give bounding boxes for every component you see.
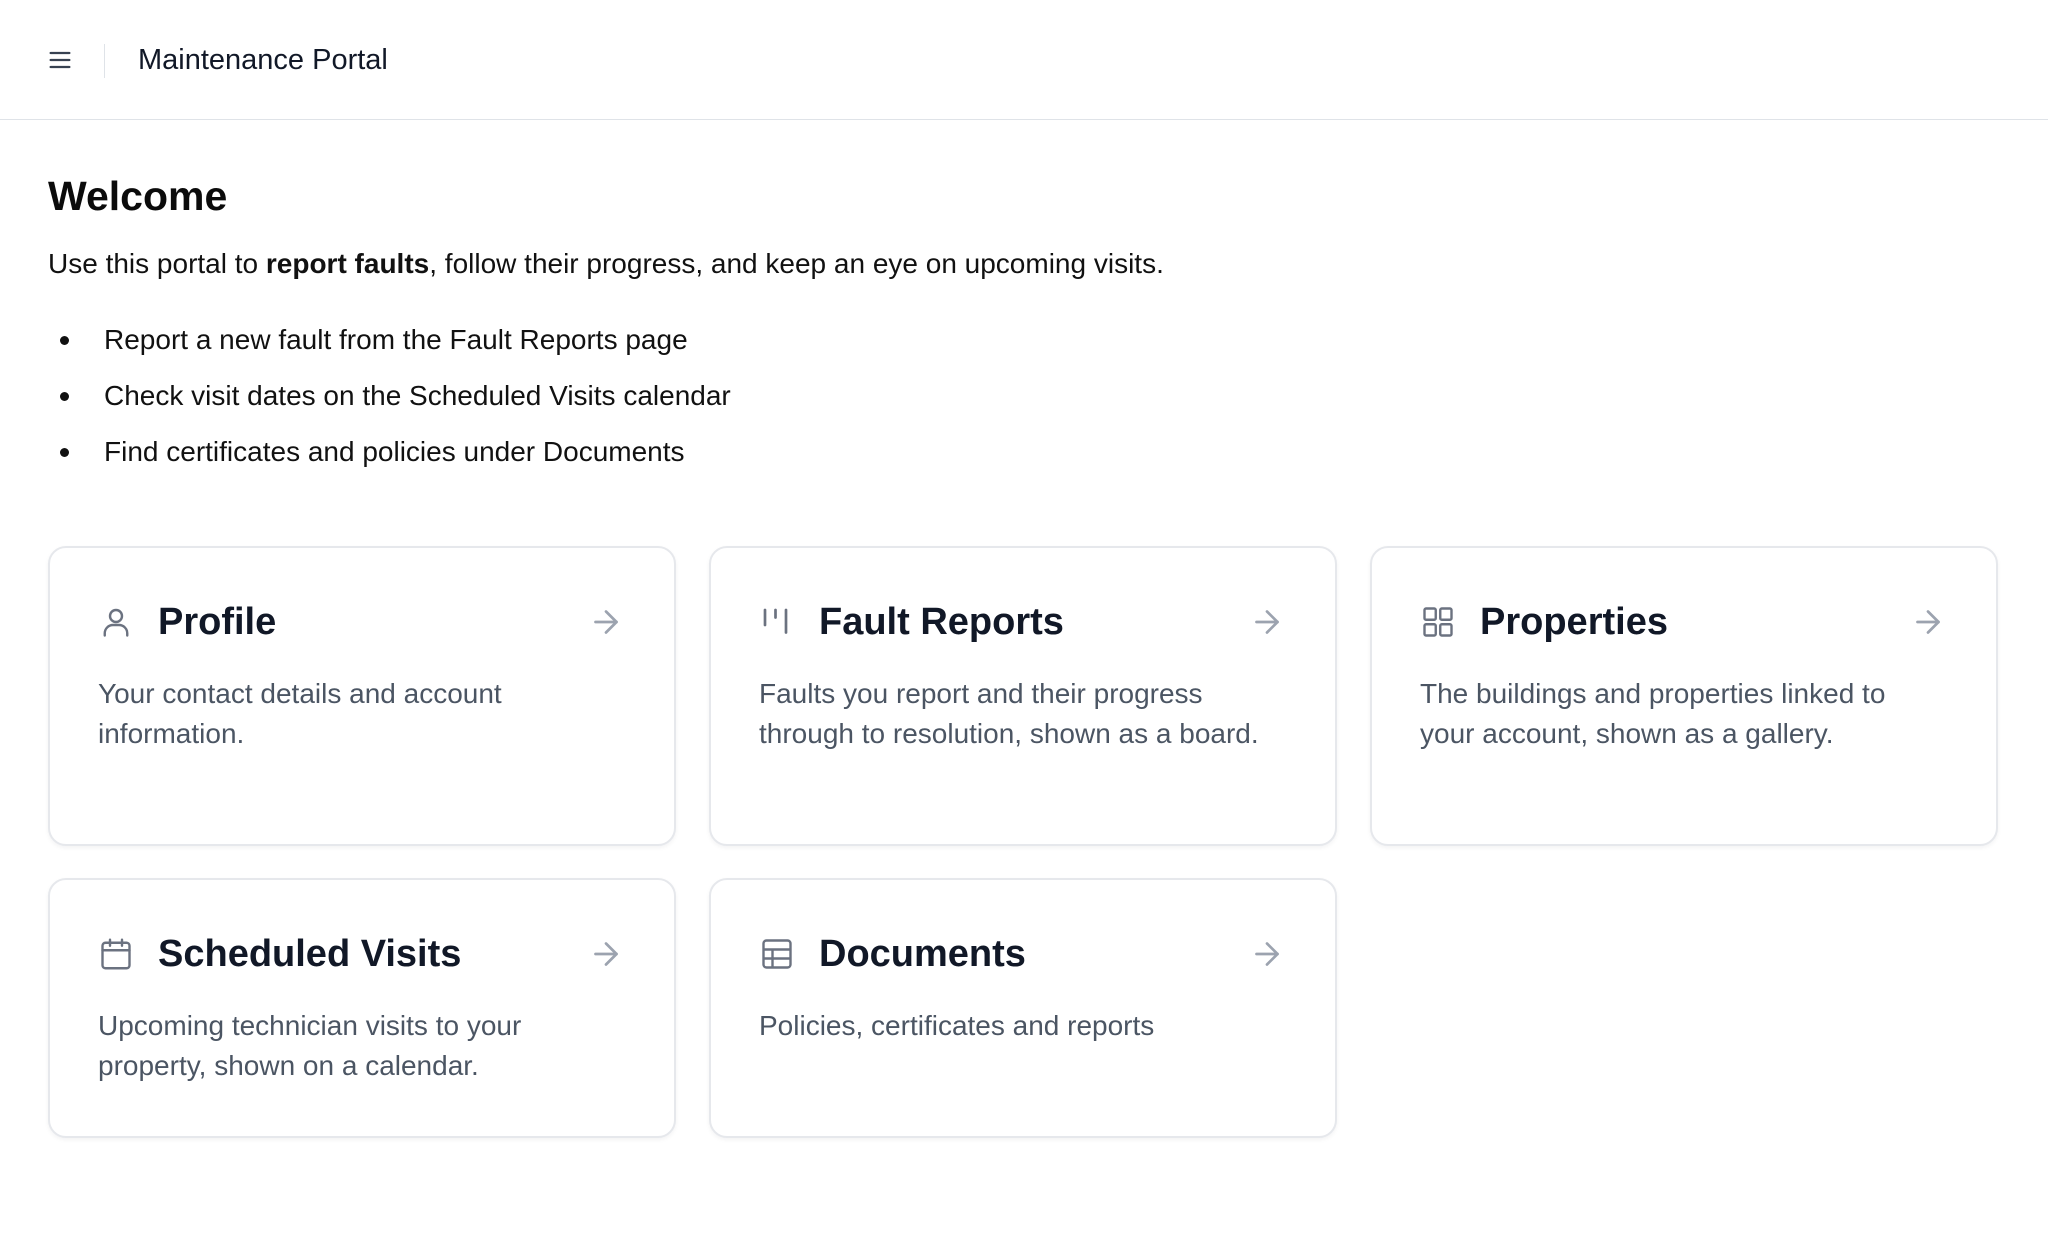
table-icon bbox=[759, 936, 795, 972]
intro-text-end: , follow their progress, and keep an eye… bbox=[429, 248, 1164, 279]
card-properties[interactable]: Properties The buildings and properties … bbox=[1370, 546, 1998, 846]
intro-emphasis: report faults bbox=[265, 248, 430, 279]
arrow-right-icon bbox=[1249, 936, 1285, 972]
intro-text-start: Use this portal to bbox=[48, 248, 266, 279]
arrow-right-icon bbox=[588, 604, 624, 640]
card-description: Your contact details and account informa… bbox=[98, 678, 502, 749]
card-description: Policies, certificates and reports bbox=[759, 1010, 1155, 1041]
card-description: The buildings and properties linked to y… bbox=[1420, 678, 1886, 749]
calendar-icon bbox=[98, 936, 134, 972]
header-divider bbox=[104, 44, 105, 78]
tips-list: Report a new fault from the Fault Report… bbox=[48, 320, 731, 488]
card-description: Upcoming technician visits to your prope… bbox=[98, 1010, 522, 1081]
arrow-right-icon bbox=[1910, 604, 1946, 640]
app-title: Maintenance Portal bbox=[138, 44, 388, 76]
kanban-columns-icon bbox=[759, 604, 795, 640]
grid-icon bbox=[1420, 604, 1456, 640]
card-description: Faults you report and their progress thr… bbox=[759, 678, 1259, 749]
card-profile[interactable]: Profile Your contact details and account… bbox=[48, 546, 676, 846]
card-scheduled-visits[interactable]: Scheduled Visits Upcoming technician vis… bbox=[48, 878, 676, 1138]
page-title: Welcome bbox=[48, 173, 228, 219]
card-title: Fault Reports bbox=[819, 601, 1064, 643]
card-title: Documents bbox=[819, 933, 1026, 975]
arrow-right-icon bbox=[588, 936, 624, 972]
menu-button[interactable] bbox=[36, 36, 84, 84]
list-item: Report a new fault from the Fault Report… bbox=[48, 320, 731, 376]
card-fault-reports[interactable]: Fault Reports Faults you report and thei… bbox=[709, 546, 1337, 846]
card-title: Profile bbox=[158, 601, 277, 643]
intro-text: Use this portal to report faults, follow… bbox=[48, 244, 1164, 284]
arrow-right-icon bbox=[1249, 604, 1285, 640]
list-item: Check visit dates on the Scheduled Visit… bbox=[48, 376, 731, 432]
card-title: Scheduled Visits bbox=[158, 933, 462, 975]
card-documents[interactable]: Documents Policies, certificates and rep… bbox=[709, 878, 1337, 1138]
user-icon bbox=[98, 604, 134, 640]
list-item: Find certificates and policies under Doc… bbox=[48, 432, 731, 488]
hamburger-menu-icon bbox=[49, 51, 71, 69]
card-title: Properties bbox=[1480, 601, 1668, 643]
top-bar: Maintenance Portal bbox=[0, 0, 2048, 120]
